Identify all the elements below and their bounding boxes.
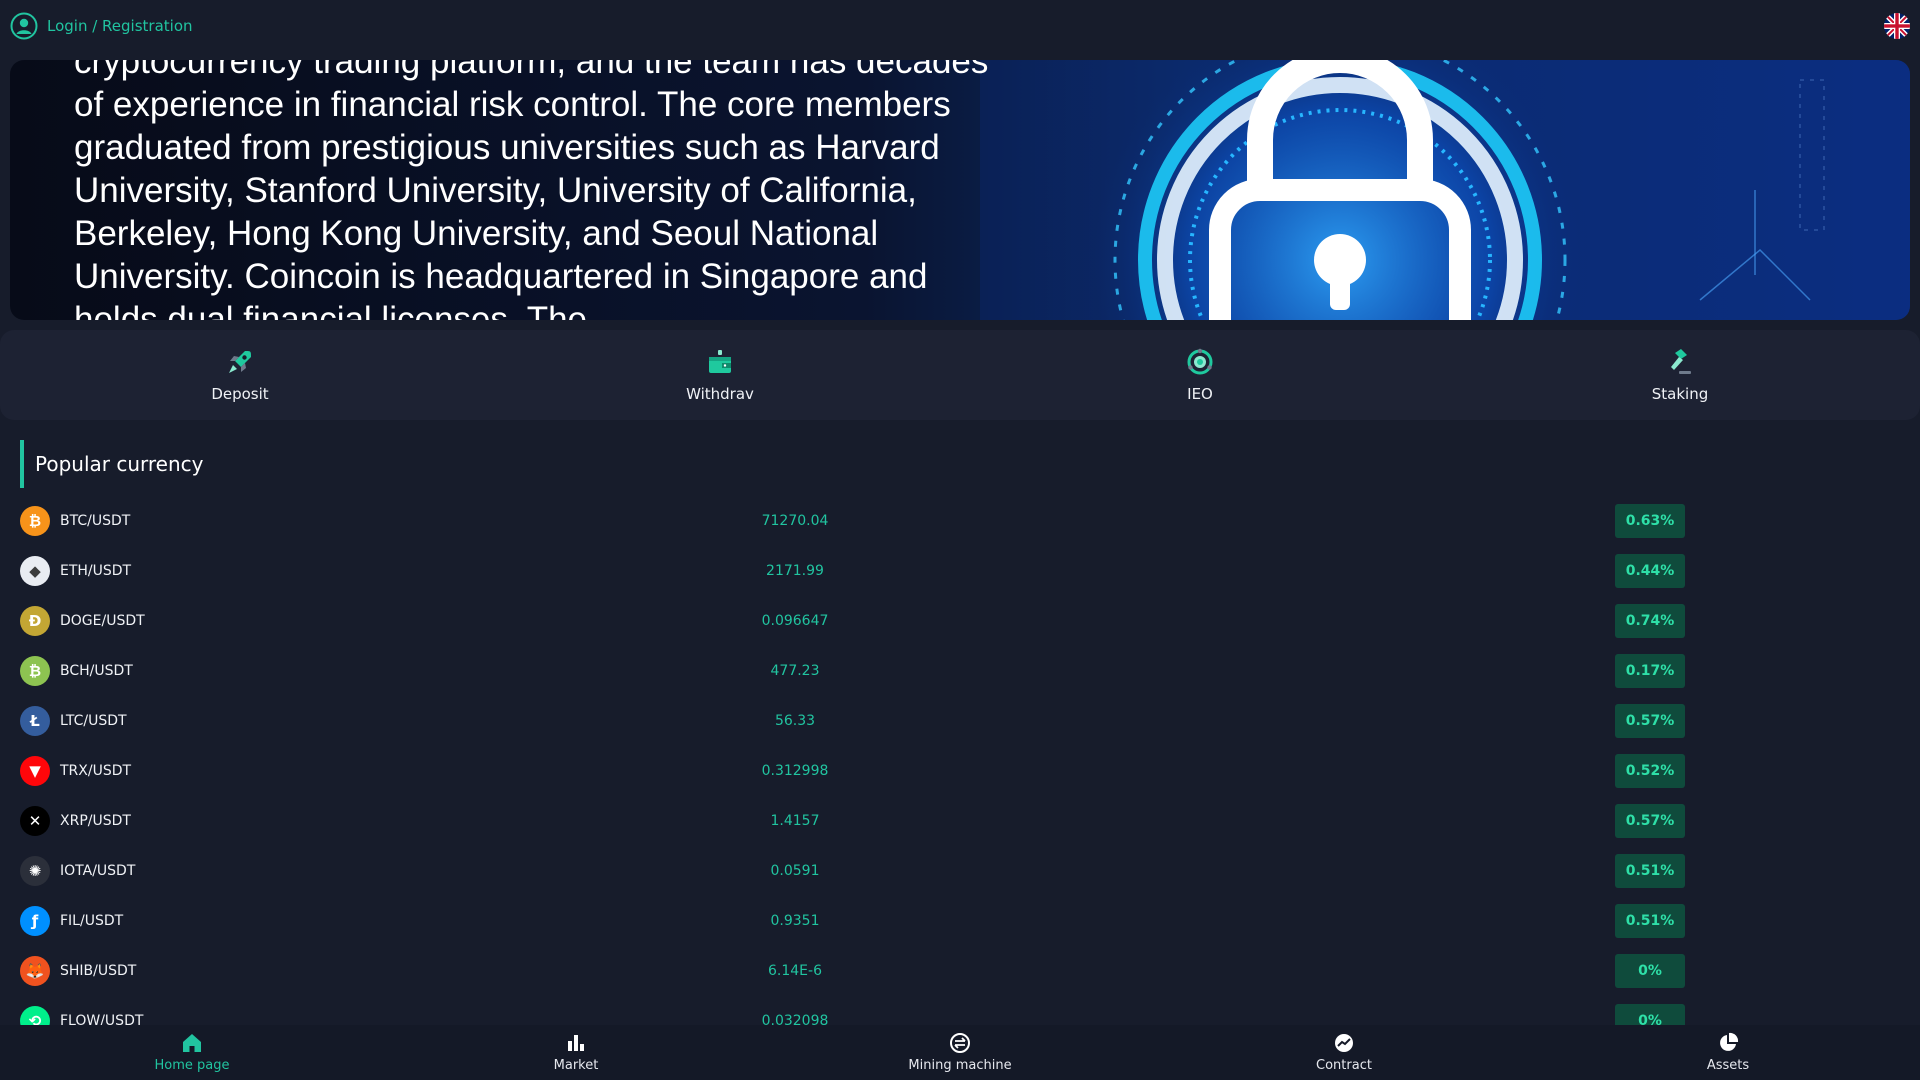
nav-home[interactable]: Home page bbox=[0, 1025, 384, 1080]
security-lock-illustration bbox=[980, 60, 1910, 320]
currency-price: 0.096647 bbox=[761, 613, 829, 629]
currency-row[interactable]: 🦊 SHIB/USDT 6.14E-6 0% bbox=[20, 946, 1900, 996]
ieo-icon bbox=[1187, 348, 1213, 375]
change-badge: 0% bbox=[1615, 954, 1685, 988]
currency-price: 71270.04 bbox=[761, 513, 829, 529]
currency-price: 56.33 bbox=[774, 713, 816, 729]
nav-market[interactable]: Market bbox=[384, 1025, 768, 1080]
currency-row[interactable]: ✕ XRP/USDT 1.4157 0.57% bbox=[20, 796, 1900, 846]
nav-contract[interactable]: Contract bbox=[1152, 1025, 1536, 1080]
bar-chart-icon bbox=[568, 1035, 584, 1051]
popular-currency-title: Popular currency bbox=[20, 440, 204, 488]
coin-icon: ▼ bbox=[20, 756, 50, 786]
coin-icon: 🦊 bbox=[20, 956, 50, 986]
ieo-label: IEO bbox=[1187, 385, 1213, 403]
nav-mining-label: Mining machine bbox=[908, 1058, 1012, 1073]
top-bar: Login / Registration bbox=[0, 0, 1920, 52]
change-badge: 0.44% bbox=[1615, 554, 1685, 588]
login-registration-link[interactable]: Login / Registration bbox=[10, 12, 193, 40]
change-badge: 0.52% bbox=[1615, 754, 1685, 788]
currency-price: 0.312998 bbox=[761, 763, 829, 779]
trend-icon bbox=[1335, 1034, 1353, 1052]
currency-pair: IOTA/USDT bbox=[60, 863, 136, 879]
currency-pair: LTC/USDT bbox=[60, 713, 127, 729]
coin-icon: ✺ bbox=[20, 856, 50, 886]
coin-icon: ◆ bbox=[20, 556, 50, 586]
staking-label: Staking bbox=[1651, 385, 1709, 403]
currency-row[interactable]: ▼ TRX/USDT 0.312998 0.52% bbox=[20, 746, 1900, 796]
uk-flag-icon bbox=[1884, 13, 1910, 39]
currency-pair: FIL/USDT bbox=[60, 913, 124, 929]
quick-actions-bar: Deposit Withdrav IEO Staking bbox=[0, 330, 1920, 420]
nav-assets[interactable]: Assets bbox=[1536, 1025, 1920, 1080]
currency-row[interactable]: ✺ IOTA/USDT 0.0591 0.51% bbox=[20, 846, 1900, 896]
staking-button[interactable]: Staking bbox=[1440, 330, 1920, 420]
deposit-button[interactable]: Deposit bbox=[0, 330, 480, 420]
rocket-icon bbox=[229, 351, 251, 373]
currency-row[interactable]: ₿ BCH/USDT 477.23 0.17% bbox=[20, 646, 1900, 696]
pie-icon bbox=[1720, 1032, 1739, 1051]
nav-mining-machine[interactable]: Mining machine bbox=[768, 1025, 1152, 1080]
ieo-button[interactable]: IEO bbox=[960, 330, 1440, 420]
coin-icon: ƒ bbox=[20, 906, 50, 936]
login-label: Login / Registration bbox=[47, 17, 193, 35]
currency-pair: XRP/USDT bbox=[60, 813, 131, 829]
home-icon bbox=[183, 1034, 201, 1052]
currency-price: 0.0591 bbox=[770, 863, 820, 879]
nav-contract-label: Contract bbox=[1316, 1058, 1372, 1073]
bottom-navigation: Home page Market Mining machine Contract… bbox=[0, 1025, 1920, 1080]
change-badge: 0.57% bbox=[1615, 704, 1685, 738]
withdraw-button[interactable]: Withdrav bbox=[480, 330, 960, 420]
currency-row[interactable]: Ð DOGE/USDT 0.096647 0.74% bbox=[20, 596, 1900, 646]
user-icon bbox=[10, 12, 38, 40]
nav-home-label: Home page bbox=[154, 1058, 230, 1073]
currency-price: 2171.99 bbox=[766, 563, 824, 579]
coin-icon: ₿ bbox=[20, 506, 50, 536]
coin-icon: ✕ bbox=[20, 806, 50, 836]
coin-icon: Ł bbox=[20, 706, 50, 736]
nav-assets-label: Assets bbox=[1706, 1058, 1750, 1073]
currency-row[interactable]: ₿ BTC/USDT 71270.04 0.63% bbox=[20, 496, 1900, 546]
popular-currency-list: ₿ BTC/USDT 71270.04 0.63% ◆ ETH/USDT 2171.99 0.… bbox=[20, 496, 1900, 1046]
withdraw-label: Withdrav bbox=[686, 385, 754, 403]
currency-row[interactable]: ◆ ETH/USDT 2171.99 0.44% bbox=[20, 546, 1900, 596]
wallet-icon bbox=[709, 350, 731, 373]
change-badge: 0.51% bbox=[1615, 904, 1685, 938]
currency-pair: BTC/USDT bbox=[60, 513, 131, 529]
currency-pair: SHIB/USDT bbox=[60, 963, 137, 979]
change-badge: 0.57% bbox=[1615, 804, 1685, 838]
deposit-label: Deposit bbox=[211, 385, 269, 403]
currency-row[interactable]: ƒ FIL/USDT 0.9351 0.51% bbox=[20, 896, 1900, 946]
change-badge: 0.17% bbox=[1615, 654, 1685, 688]
change-badge: 0.63% bbox=[1615, 504, 1685, 538]
change-badge: 0.74% bbox=[1615, 604, 1685, 638]
currency-pair: ETH/USDT bbox=[60, 563, 132, 579]
coin-icon: Ð bbox=[20, 606, 50, 636]
currency-price: 1.4157 bbox=[770, 813, 820, 829]
coin-icon: ₿ bbox=[20, 656, 50, 686]
currency-pair: TRX/USDT bbox=[60, 763, 132, 779]
currency-pair: DOGE/USDT bbox=[60, 613, 145, 629]
currency-price: 6.14E-6 bbox=[768, 963, 822, 979]
change-badge: 0.51% bbox=[1615, 854, 1685, 888]
banner-text: cryptocurrency trading platform, and the… bbox=[74, 60, 989, 320]
currency-price: 0.9351 bbox=[770, 913, 820, 929]
hammer-icon bbox=[1671, 349, 1691, 374]
hero-banner[interactable]: cryptocurrency trading platform, and the… bbox=[10, 60, 1910, 320]
nav-market-label: Market bbox=[553, 1058, 599, 1073]
currency-pair: BCH/USDT bbox=[60, 663, 133, 679]
language-switcher[interactable] bbox=[1884, 13, 1910, 39]
exchange-icon bbox=[950, 1033, 970, 1053]
currency-price: 477.23 bbox=[770, 663, 820, 679]
currency-row[interactable]: Ł LTC/USDT 56.33 0.57% bbox=[20, 696, 1900, 746]
